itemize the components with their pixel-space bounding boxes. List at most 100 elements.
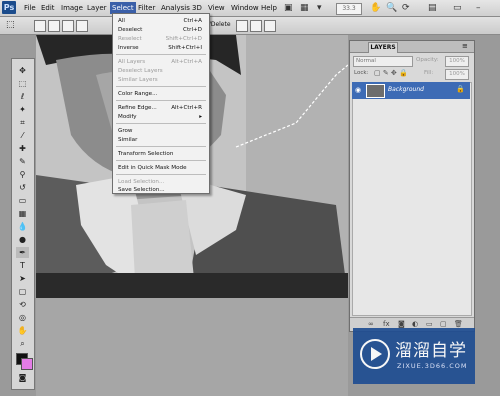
zoom-tool-icon[interactable]: ⌕: [16, 338, 29, 349]
lock-icon: 🔒: [456, 85, 465, 93]
menu-item-similar[interactable]: Similar: [118, 136, 206, 144]
tab-layers[interactable]: LAYERS: [368, 42, 398, 53]
fill-field[interactable]: 100%: [445, 69, 469, 80]
adjustment-layer-icon[interactable]: ◐: [412, 320, 418, 328]
option-toggle-icon[interactable]: [250, 20, 262, 32]
menu-item-refine-edge[interactable]: Refine Edge... Alt+Ctrl+R: [118, 104, 206, 112]
group-icon[interactable]: ▭: [426, 320, 433, 328]
menu-item-deselect[interactable]: Deselect Ctrl+D: [118, 26, 206, 34]
subtract-selection-icon[interactable]: [62, 20, 74, 32]
pasteboard: [36, 298, 348, 396]
shape-tool-icon[interactable]: ▢: [16, 286, 29, 297]
blend-mode-select[interactable]: Normal: [353, 56, 413, 67]
3d-camera-tool-icon[interactable]: ◎: [16, 312, 29, 323]
menu-item-quick-mask[interactable]: Edit in Quick Mask Mode: [118, 164, 206, 172]
eye-icon[interactable]: ◉: [355, 86, 361, 94]
hand-tool-icon[interactable]: ✋: [370, 2, 381, 14]
opacity-label: Opacity:: [416, 57, 439, 63]
layer-list: [352, 82, 472, 316]
zoom-level-field[interactable]: 33.3: [336, 3, 362, 15]
menu-separator: [116, 146, 206, 147]
menu-separator: [116, 100, 206, 101]
dodge-tool-icon[interactable]: ●: [16, 234, 29, 245]
layer-row-background[interactable]: ◉ Background 🔒: [352, 82, 470, 99]
link-layers-icon[interactable]: ∞: [368, 320, 374, 328]
path-selection-tool-icon[interactable]: ➤: [16, 273, 29, 284]
tool-preset-icon[interactable]: ⬚: [6, 20, 15, 30]
lock-label: Lock:: [354, 70, 369, 76]
layer-mask-icon[interactable]: ◙: [398, 320, 405, 328]
watermark-logo: 溜溜自学 ZIXUE.3D66.COM: [353, 328, 475, 384]
menu-edit[interactable]: Edit: [39, 2, 57, 14]
opacity-field[interactable]: 100%: [445, 56, 469, 67]
bridge-icon[interactable]: ▣: [284, 2, 293, 14]
history-brush-tool-icon[interactable]: ↺: [16, 182, 29, 193]
option-toggle-icon[interactable]: [264, 20, 276, 32]
option-toggle-icon[interactable]: [236, 20, 248, 32]
clone-stamp-tool-icon[interactable]: ⚲: [16, 169, 29, 180]
menu-item-reselect[interactable]: Reselect Shift+Ctrl+D: [118, 35, 206, 43]
tools-panel: ✥ ⬚ ℓ ✦ ⌗ ⁄ ✚ ✎ ⚲ ↺ ▭ ▦ 💧 ● ✒ T ➤ ▢ ⟲ ◎ …: [11, 58, 35, 390]
menu-item-deselect-layers[interactable]: Deselect Layers: [118, 67, 206, 75]
3d-rotate-tool-icon[interactable]: ⟲: [16, 299, 29, 310]
trash-icon[interactable]: 🗑: [454, 320, 463, 328]
layers-panel: LAYERS ≡ Normal Opacity: 100% Lock: ▢ ✎ …: [349, 40, 475, 332]
options-bar: ⬚ d/Delete: [0, 17, 500, 35]
menu-window[interactable]: Window: [229, 2, 261, 14]
menu-item-save-selection[interactable]: Save Selection...: [118, 186, 206, 194]
new-layer-icon[interactable]: ▢: [440, 320, 447, 328]
menu-item-color-range[interactable]: Color Range...: [118, 90, 206, 98]
lock-icons[interactable]: ▢ ✎ ✥ 🔒: [374, 69, 408, 77]
type-tool-icon[interactable]: T: [16, 260, 29, 271]
menu-item-all[interactable]: All Ctrl+A: [118, 17, 206, 25]
rotate-view-icon[interactable]: ⟳: [402, 2, 410, 14]
zoom-arrow-icon[interactable]: ▾: [317, 2, 322, 14]
magic-wand-tool-icon[interactable]: ✦: [16, 104, 29, 115]
new-selection-icon[interactable]: [34, 20, 46, 32]
panel-menu-icon[interactable]: ≡: [462, 42, 468, 50]
layers-panel-tabbar: LAYERS ≡: [350, 41, 474, 53]
mini-bridge-icon[interactable]: ▦: [300, 2, 309, 14]
menu-item-grow[interactable]: Grow: [118, 127, 206, 135]
layer-name[interactable]: Background: [388, 86, 424, 93]
menu-bar: Ps File Edit Image Layer Select Filter A…: [0, 0, 500, 17]
eraser-tool-icon[interactable]: ▭: [16, 195, 29, 206]
lasso-tool-icon[interactable]: ℓ: [16, 91, 29, 102]
menu-separator: [116, 54, 206, 55]
select-menu-dropdown: All Ctrl+A Deselect Ctrl+D Reselect Shift+C…: [112, 13, 210, 194]
marquee-tool-icon[interactable]: ⬚: [16, 78, 29, 89]
fill-label: Fill:: [424, 70, 434, 76]
add-selection-icon[interactable]: [48, 20, 60, 32]
blur-tool-icon[interactable]: 💧: [16, 221, 29, 232]
hand-tool-icon[interactable]: ✋: [16, 325, 29, 336]
menu-separator: [116, 174, 206, 175]
layer-thumbnail: [366, 84, 385, 98]
menu-item-all-layers[interactable]: All Layers Alt+Ctrl+A: [118, 58, 206, 66]
arrange-documents-icon[interactable]: ▤: [428, 2, 437, 14]
watermark-title: 溜溜自学: [395, 341, 467, 361]
menu-item-similar-layers[interactable]: Similar Layers: [118, 76, 206, 84]
screen-mode-icon[interactable]: ▭: [453, 2, 462, 14]
quick-mask-icon[interactable]: ◙: [16, 372, 29, 383]
zoom-tool-icon[interactable]: 🔍: [386, 2, 397, 14]
menu-file[interactable]: File: [22, 2, 38, 14]
menu-separator: [116, 123, 206, 124]
healing-brush-tool-icon[interactable]: ✚: [16, 143, 29, 154]
layer-style-icon[interactable]: fx: [383, 320, 390, 328]
eyedropper-tool-icon[interactable]: ⁄: [16, 130, 29, 141]
gradient-tool-icon[interactable]: ▦: [16, 208, 29, 219]
background-color-swatch[interactable]: [21, 358, 33, 370]
crop-tool-icon[interactable]: ⌗: [16, 117, 29, 128]
menu-layer[interactable]: Layer: [85, 2, 109, 14]
menu-item-inverse[interactable]: Inverse Shift+Ctrl+I: [118, 44, 206, 52]
brush-tool-icon[interactable]: ✎: [16, 156, 29, 167]
menu-image[interactable]: Image: [59, 2, 85, 14]
intersect-selection-icon[interactable]: [76, 20, 88, 32]
menu-item-transform-selection[interactable]: Transform Selection: [118, 150, 206, 158]
menu-help[interactable]: Help: [259, 2, 279, 14]
menu-item-modify[interactable]: Modify ▸: [118, 113, 206, 121]
pen-tool-icon[interactable]: ✒: [16, 247, 29, 258]
move-tool-icon[interactable]: ✥: [16, 65, 29, 76]
minimize-icon[interactable]: –: [476, 2, 481, 14]
menu-item-load-selection[interactable]: Load Selection...: [118, 178, 206, 186]
